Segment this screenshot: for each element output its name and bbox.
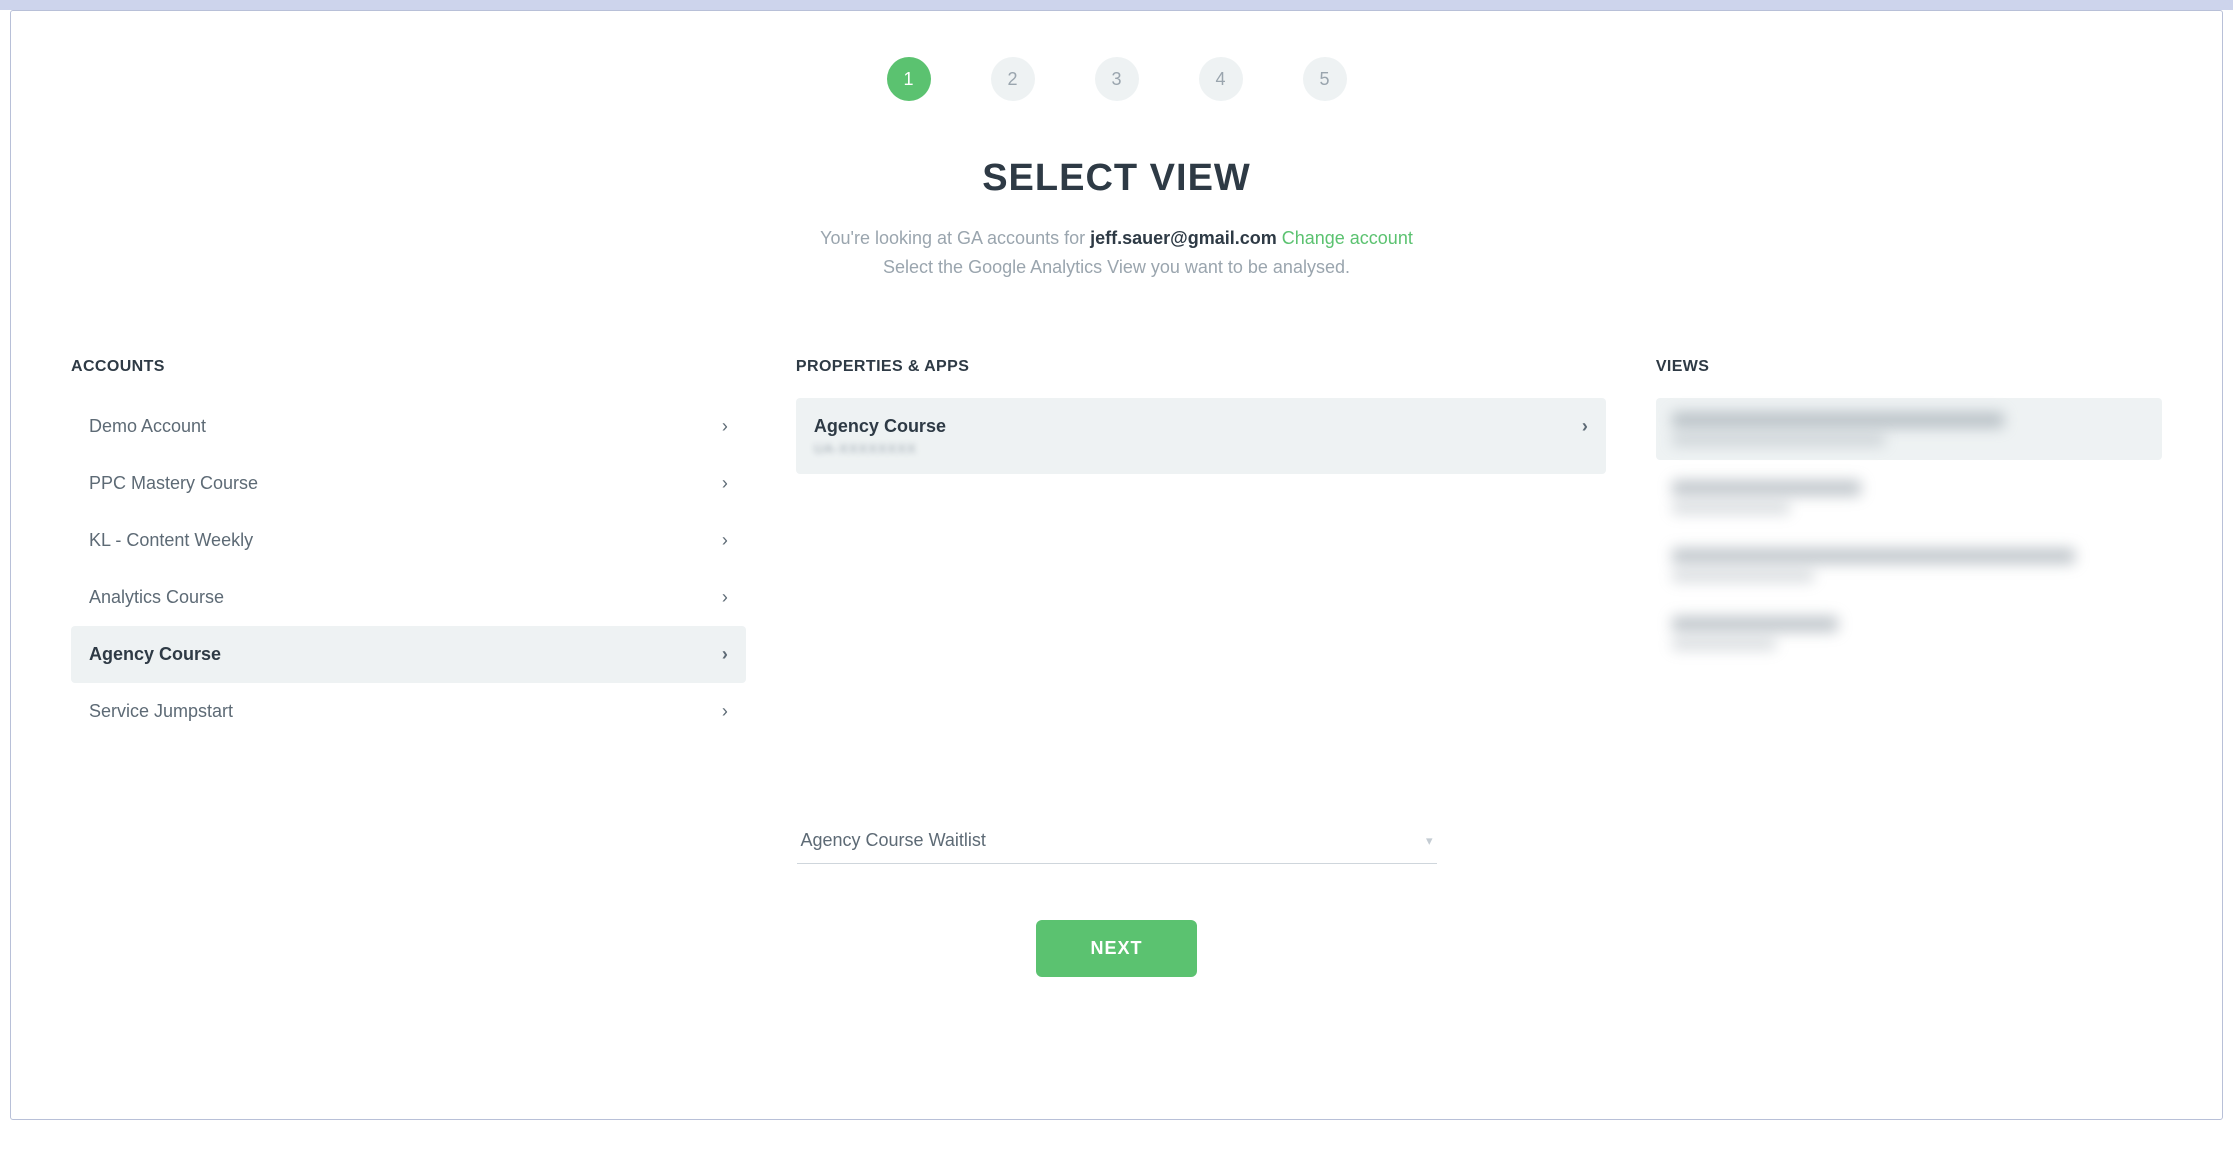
chevron-right-icon: › [722,587,728,608]
property-item-selected[interactable]: Agency Course UA-XXXXXXXX › [796,398,1606,474]
chevron-down-icon: ▾ [1426,833,1433,849]
accounts-title: ACCOUNTS [71,358,746,376]
view-sub-blurred [1672,502,1791,514]
view-sub-blurred [1672,434,1885,446]
view-item[interactable] [1656,466,2162,528]
footer-area: Agency Course Waitlist ▾ NEXT [797,820,1437,977]
property-label-wrap: Agency Course UA-XXXXXXXX [814,416,946,456]
selector-columns: ACCOUNTS Demo Account › PPC Mastery Cour… [71,358,2162,740]
step-1[interactable]: 1 [887,57,931,101]
account-item[interactable]: KL - Content Weekly › [71,512,746,569]
account-label: KL - Content Weekly [89,530,253,551]
account-label: Demo Account [89,416,206,437]
heading-block: SELECT VIEW You're looking at GA account… [71,157,2162,278]
selected-view-value: Agency Course Waitlist [801,830,986,851]
account-item[interactable]: Analytics Course › [71,569,746,626]
step-3[interactable]: 3 [1095,57,1139,101]
stepper: 1 2 3 4 5 [71,57,2162,101]
account-subline: You're looking at GA accounts for jeff.s… [71,228,2162,249]
step-2[interactable]: 2 [991,57,1035,101]
view-item-selected[interactable] [1656,398,2162,460]
change-account-link[interactable]: Change account [1282,228,1413,248]
views-title: VIEWS [1656,358,2162,376]
view-sub-blurred [1672,638,1776,650]
setup-wizard-page: 1 2 3 4 5 SELECT VIEW You're looking at … [10,10,2223,1120]
account-label: Analytics Course [89,587,224,608]
account-item[interactable]: Demo Account › [71,398,746,455]
view-sub-blurred [1672,570,1814,582]
chevron-right-icon: › [722,530,728,551]
view-label-blurred [1672,616,1838,632]
chevron-right-icon: › [722,473,728,494]
property-id-blurred: UA-XXXXXXXX [814,441,946,456]
views-column: VIEWS [1656,358,2162,740]
page-title: SELECT VIEW [71,157,2162,200]
next-button[interactable]: NEXT [1036,920,1196,977]
account-item-selected[interactable]: Agency Course › [71,626,746,683]
properties-title: PROPERTIES & APPS [796,358,1606,376]
chevron-right-icon: › [1582,416,1588,437]
chevron-right-icon: › [722,701,728,722]
account-item[interactable]: Service Jumpstart › [71,683,746,740]
property-label: Agency Course [814,416,946,436]
view-label-blurred [1672,412,2004,428]
accounts-column: ACCOUNTS Demo Account › PPC Mastery Cour… [71,358,746,740]
account-label: Agency Course [89,644,221,665]
selected-view-dropdown[interactable]: Agency Course Waitlist ▾ [797,820,1437,864]
view-label-blurred [1672,548,2075,564]
chevron-right-icon: › [722,416,728,437]
step-5[interactable]: 5 [1303,57,1347,101]
account-email: jeff.sauer@gmail.com [1090,228,1277,248]
subline-prefix: You're looking at GA accounts for [820,228,1090,248]
chevron-right-icon: › [722,644,728,665]
view-item[interactable] [1656,534,2162,596]
properties-column: PROPERTIES & APPS Agency Course UA-XXXXX… [796,358,1606,740]
instruction-subline: Select the Google Analytics View you wan… [71,257,2162,278]
account-label: Service Jumpstart [89,701,233,722]
view-item[interactable] [1656,602,2162,664]
view-label-blurred [1672,480,1862,496]
account-label: PPC Mastery Course [89,473,258,494]
step-4[interactable]: 4 [1199,57,1243,101]
account-item[interactable]: PPC Mastery Course › [71,455,746,512]
